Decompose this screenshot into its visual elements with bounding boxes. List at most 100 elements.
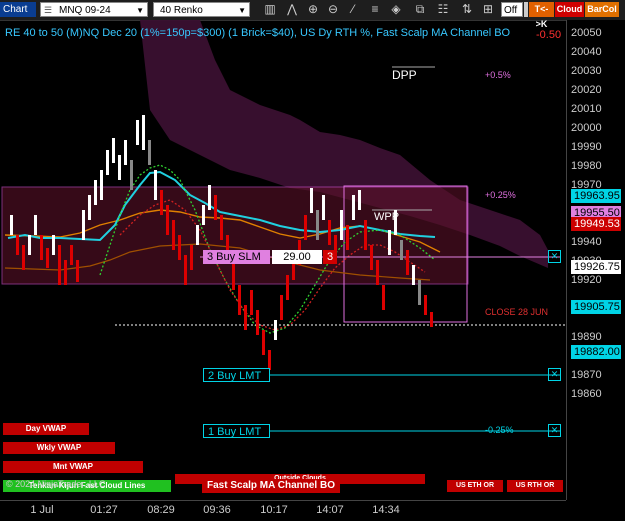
renko-brick [364, 220, 367, 250]
renko-brick [124, 140, 127, 165]
price-tick-label: 20040 [571, 46, 602, 58]
renko-brick [250, 290, 253, 315]
time-tick-label: 09:36 [203, 504, 231, 516]
us-eth-or-button[interactable]: US ETH OR [447, 480, 503, 492]
trade-icon[interactable]: ⇅ [460, 2, 474, 17]
time-tick-label: 14:07 [316, 504, 344, 516]
renko-brick [160, 190, 163, 215]
copy-icon[interactable]: ⧉ [413, 2, 427, 17]
price-tick-label: 20010 [571, 103, 602, 115]
close-icon[interactable]: ✕ [548, 250, 561, 263]
pct-top-label: +0.5% [485, 70, 511, 80]
renko-brick [40, 235, 43, 260]
renko-brick [106, 150, 109, 175]
renko-brick [148, 140, 151, 165]
day-vwap-button[interactable]: Day VWAP [3, 423, 89, 435]
chevron-down-icon: ▼ [136, 6, 144, 15]
buy-lmt-1-order[interactable]: 1 Buy LMT [203, 424, 270, 438]
mnt-vwap-button[interactable]: Mnt VWAP [3, 461, 143, 473]
templates-icon[interactable]: ☷ [436, 2, 450, 17]
properties-icon[interactable]: ≡ [368, 2, 382, 17]
off-selector[interactable]: Off [501, 2, 523, 17]
renko-brick [352, 195, 355, 220]
time-tick-label: 01:27 [90, 504, 118, 516]
price-tick-label: 20050 [571, 27, 602, 39]
close-icon[interactable]: ✕ [548, 368, 561, 381]
renko-brick [316, 210, 319, 240]
renko-brick [190, 245, 193, 270]
renko-brick [310, 188, 313, 213]
renko-brick [22, 245, 25, 270]
renko-brick [142, 115, 145, 150]
buy-lmt-2-order[interactable]: 2 Buy LMT [203, 368, 270, 382]
chart-menu-button[interactable]: Chart [0, 2, 36, 17]
zoom-in-icon[interactable]: ⊕ [306, 2, 320, 17]
renko-brick [118, 155, 121, 180]
wpp-label: WPP [374, 211, 400, 223]
pct-low-label: -0.25% [485, 425, 514, 435]
renko-brick [202, 205, 205, 225]
renko-brick [130, 160, 133, 190]
chart-title: RE 40 to 50 (M)NQ Dec 20 (1%=150p=$300) … [5, 27, 511, 39]
time-tick-label: 1 Jul [30, 504, 54, 516]
renko-brick [358, 190, 361, 210]
renko-brick [262, 330, 265, 355]
buy-slm-price[interactable]: 29.00 [272, 250, 322, 264]
selector-arrow[interactable] [524, 2, 528, 17]
renko-brick [184, 255, 187, 285]
renko-brick [406, 250, 409, 275]
renko-brick [430, 312, 433, 327]
buy-slm-order[interactable]: 3 Buy SLM [203, 250, 270, 264]
price-axis[interactable]: 20050 20040 20030 20020 20010 20000 19990 19980… [566, 20, 625, 500]
corner-value: -0.50 [536, 29, 562, 41]
renko-brick [280, 295, 283, 320]
wkly-vwap-button[interactable]: Wkly VWAP [3, 442, 115, 454]
renko-brick [232, 260, 235, 290]
price-tick-label: 19980 [571, 160, 602, 172]
us-rth-or-button[interactable]: US RTH OR [507, 480, 563, 492]
buy-slm-qty[interactable]: 3 [323, 250, 337, 264]
renko-brick [82, 210, 85, 240]
renko-brick [10, 215, 13, 235]
renko-brick [136, 120, 139, 145]
instrument-selector[interactable]: ☰ MNQ 09-24 ▼ [40, 2, 148, 17]
renko-brick [304, 215, 307, 240]
price-tick-label: 20030 [571, 65, 602, 77]
drawing-tool-icon[interactable]: ⁄ [346, 2, 360, 17]
cloud-button[interactable]: Cloud [555, 2, 584, 17]
pct-mid-label: +0.25% [485, 190, 516, 200]
bar-type-selector[interactable]: 40 Renko ▼ [153, 2, 250, 17]
tk-button[interactable]: T<->K [529, 2, 554, 29]
renko-brick [268, 350, 271, 370]
renko-brick [220, 215, 223, 240]
renko-brick [328, 220, 331, 245]
price-tick-label: 19890 [571, 331, 602, 343]
renko-brick [76, 260, 79, 282]
renko-brick [238, 285, 241, 315]
price-tick-label: 19940 [571, 236, 602, 248]
strategies-icon[interactable]: ◈ [389, 2, 403, 17]
price-flag: 19905.75 [571, 300, 621, 315]
indicators-icon[interactable]: ⋀ [285, 2, 299, 17]
time-tick-label: 10:17 [260, 504, 288, 516]
renko-brick [286, 275, 289, 300]
renko-brick [166, 205, 169, 235]
renko-brick [376, 260, 379, 285]
fast-scalp-button[interactable]: Fast Scalp MA Channel BO [202, 479, 340, 493]
time-axis[interactable]: 1 Jul 01:27 08:29 09:36 10:17 14:07 14:34 [0, 500, 566, 521]
grid-icon[interactable]: ⊞ [481, 2, 495, 17]
list-icon: ☰ [44, 5, 53, 15]
price-tick-label: 20020 [571, 84, 602, 96]
chart-panel[interactable]: RE 40 to 50 (M)NQ Dec 20 (1%=150p=$300) … [0, 20, 566, 500]
renko-brick [112, 138, 115, 163]
price-tick-label: 19920 [571, 274, 602, 286]
renko-brick [88, 195, 91, 220]
zoom-out-icon[interactable]: ⊖ [326, 2, 340, 17]
price-flag: 19963.95 [571, 189, 621, 204]
renko-brick [412, 265, 415, 285]
barcol-button[interactable]: BarCol [585, 2, 619, 17]
price-tick-label: 19990 [571, 141, 602, 153]
bars-icon[interactable]: ▥ [263, 2, 277, 17]
renko-brick [52, 235, 55, 255]
close-icon[interactable]: ✕ [548, 424, 561, 437]
